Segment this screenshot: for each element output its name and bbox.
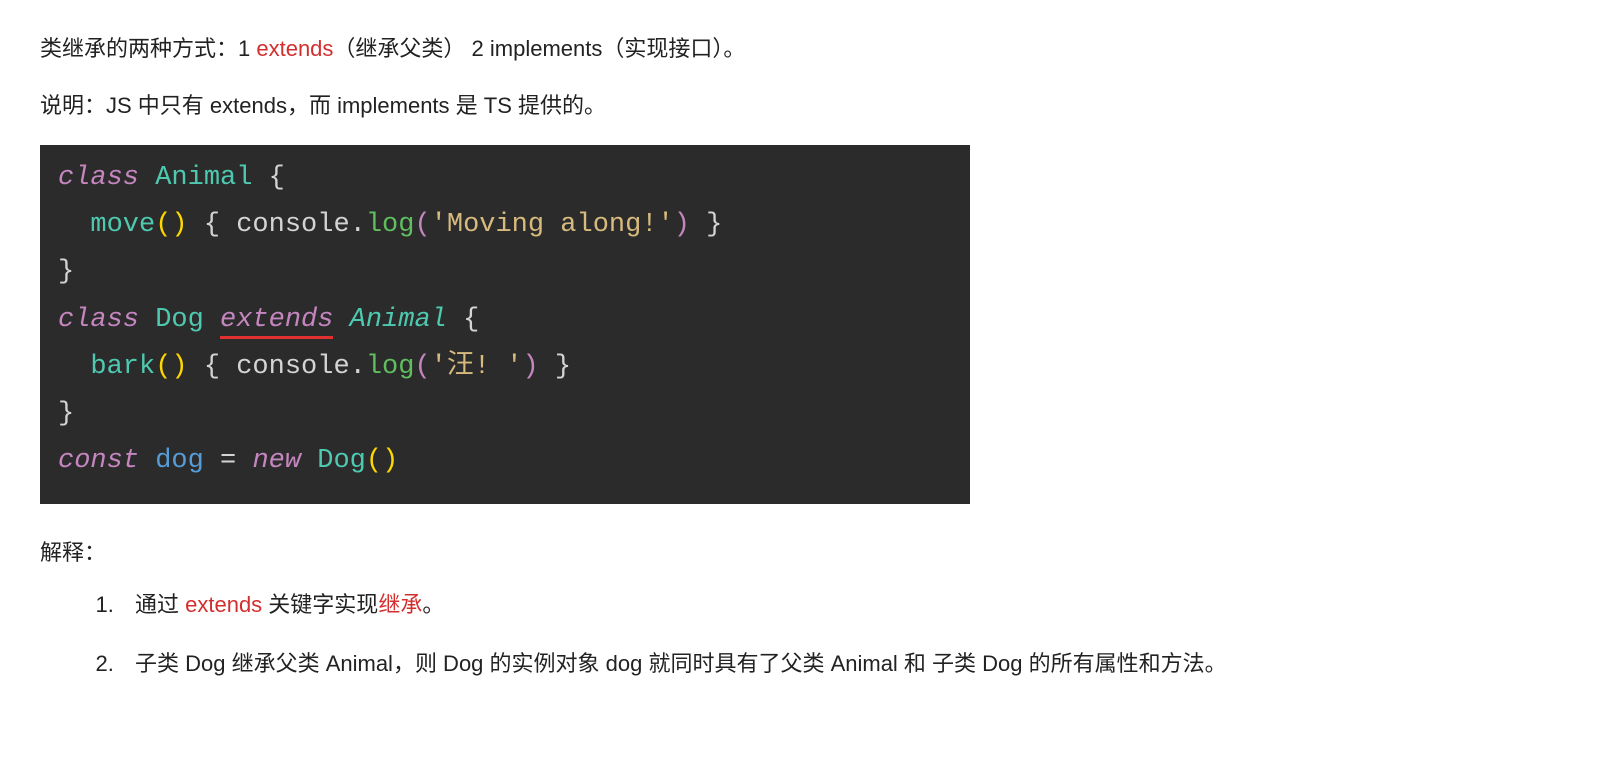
method-name: bark	[90, 352, 155, 382]
paren: (	[155, 352, 171, 382]
class-name: Animal	[155, 163, 252, 193]
brace: }	[58, 257, 74, 287]
paren: )	[171, 210, 203, 240]
paren: (	[414, 210, 430, 240]
string-literal: 'Moving along!'	[431, 210, 674, 240]
text-segment: 通过	[135, 592, 185, 617]
keyword-extends: extends	[220, 305, 333, 339]
explanation-list: 通过 extends 关键字实现继承。 子类 Dog 继承父类 Animal，则…	[120, 586, 1572, 683]
intro-paragraph-2: 说明：JS 中只有 extends，而 implements 是 TS 提供的。	[40, 87, 1572, 124]
text-segment: 类继承的两种方式：1	[40, 36, 256, 61]
var-name: dog	[155, 446, 204, 476]
brace: {	[204, 210, 236, 240]
paren: (	[366, 446, 382, 476]
extends-highlight: extends	[256, 36, 333, 61]
keyword-const: const	[58, 446, 139, 476]
text-segment: （继承父类） 2 implements（实现接口）。	[333, 36, 745, 61]
parent-class: Animal	[350, 305, 447, 335]
paren: (	[155, 210, 171, 240]
paren: )	[382, 446, 398, 476]
paren: )	[674, 210, 690, 240]
inherit-highlight: 继承	[378, 592, 422, 617]
indent	[58, 210, 90, 240]
extends-highlight: extends	[185, 592, 262, 617]
indent	[58, 352, 90, 382]
intro-paragraph-1: 类继承的两种方式：1 extends（继承父类） 2 implements（实现…	[40, 30, 1572, 67]
paren: )	[171, 352, 203, 382]
paren: )	[522, 352, 538, 382]
equals: =	[204, 446, 253, 476]
brace: {	[204, 352, 236, 382]
class-name: Dog	[317, 446, 366, 476]
method-name: move	[90, 210, 155, 240]
brace: {	[252, 163, 284, 193]
dot: .	[350, 352, 366, 382]
text-segment: 关键字实现	[262, 592, 378, 617]
obj-console: console	[236, 210, 349, 240]
text-segment: 。	[422, 592, 444, 617]
brace: }	[58, 399, 74, 429]
brace: {	[447, 305, 479, 335]
brace: }	[539, 352, 571, 382]
func-log: log	[366, 352, 415, 382]
brace: }	[690, 210, 722, 240]
list-item: 子类 Dog 继承父类 Animal，则 Dog 的实例对象 dog 就同时具有…	[120, 645, 1572, 682]
code-block: class Animal { move() { console.log('Mov…	[40, 145, 970, 504]
explanation-heading: 解释：	[40, 534, 1572, 571]
obj-console: console	[236, 352, 349, 382]
paren: (	[414, 352, 430, 382]
keyword-class: class	[58, 163, 139, 193]
keyword-class: class	[58, 305, 139, 335]
string-literal: '汪! '	[431, 352, 523, 382]
list-item: 通过 extends 关键字实现继承。	[120, 586, 1572, 623]
keyword-new: new	[252, 446, 301, 476]
dot: .	[350, 210, 366, 240]
func-log: log	[366, 210, 415, 240]
class-name: Dog	[155, 305, 204, 335]
